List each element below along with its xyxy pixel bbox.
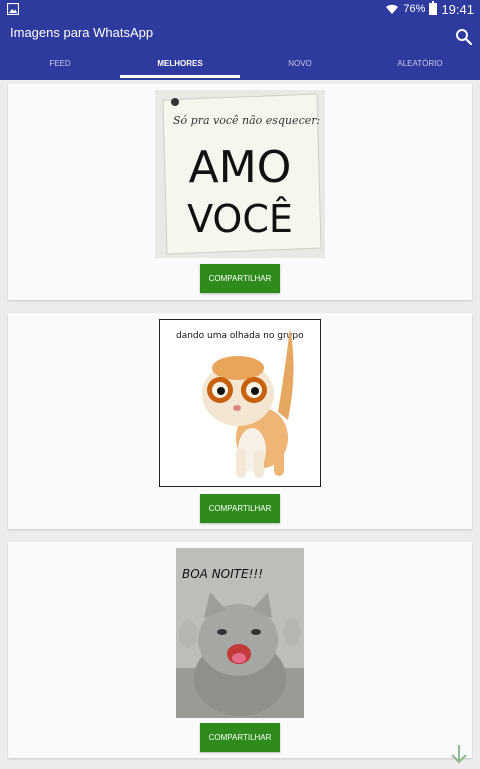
tab-feed[interactable]: FEED [0,56,120,80]
gallery-icon [7,3,19,15]
arrow-down-icon[interactable] [450,744,468,764]
tab-aleatorio[interactable]: ALEATÓRIO [360,56,480,80]
battery-percent: 76% [403,3,426,15]
post-image-line: AMO [189,142,292,193]
post-image-caption: BOA NOITE!!! [182,567,263,581]
tab-bar: FEED MELHORES NOVO ALEATÓRIO [0,56,480,80]
search-icon[interactable] [455,28,473,46]
post-image-caption: dando uma olhada no grupo [176,331,304,341]
post-image[interactable]: BOA NOITE!!! [176,548,304,718]
tab-melhores[interactable]: MELHORES [120,56,240,80]
share-button[interactable]: COMPARTILHAR [200,494,280,523]
post-card: dando uma olhada no grupo COMPARTILHAR [8,313,472,529]
status-bar: 76% 19:41 [0,0,480,18]
share-button[interactable]: COMPARTILHAR [200,264,280,293]
share-button[interactable]: COMPARTILHAR [200,723,280,752]
post-image[interactable]: dando uma olhada no grupo [159,319,321,487]
post-image-line: VOCÊ [187,197,293,241]
battery-icon [429,1,438,15]
app-title: Imagens para WhatsApp [10,25,154,40]
clock: 19:41 [441,1,474,17]
app-bar: Imagens para WhatsApp [0,18,480,56]
post-card: BOA NOITE!!! COMPARTILHAR [8,542,472,758]
post-image-line: Só pra você não esquecer: [173,114,320,127]
wifi-icon [386,4,399,14]
post-image[interactable]: Só pra você não esquecer: AMO VOCÊ [155,90,325,258]
post-card: Só pra você não esquecer: AMO VOCÊ COMPA… [8,84,472,300]
tab-novo[interactable]: NOVO [240,56,360,80]
